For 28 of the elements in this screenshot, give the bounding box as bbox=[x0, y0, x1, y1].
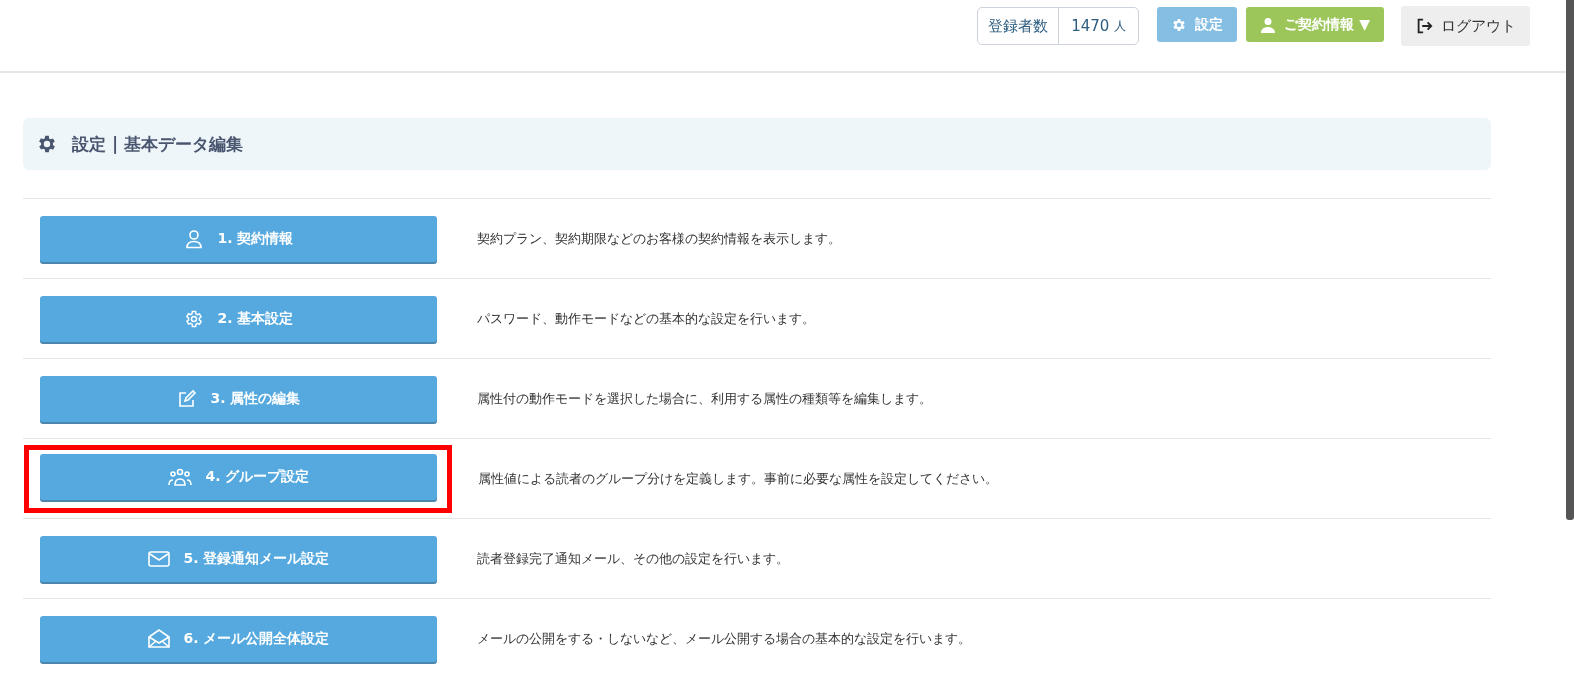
item-description: パスワード、動作モードなどの基本的な設定を行います。 bbox=[477, 309, 815, 328]
group-icon bbox=[167, 466, 192, 487]
logout-icon bbox=[1415, 17, 1433, 35]
menu-button[interactable]: 2. 基本設定 bbox=[40, 295, 437, 342]
settings-button[interactable]: 設定 bbox=[1157, 7, 1238, 42]
scrollbar[interactable] bbox=[1566, 0, 1574, 520]
settings-icon bbox=[36, 133, 58, 155]
mail-icon bbox=[147, 549, 170, 568]
page-title: 設定 | 基本データ編集 bbox=[72, 132, 244, 156]
user-icon bbox=[183, 228, 204, 249]
contract-info-button[interactable]: ご契約情報 ▼ bbox=[1246, 7, 1384, 42]
registrant-label: 登録者数 bbox=[978, 8, 1060, 44]
menu-button[interactable]: 1. 契約情報 bbox=[40, 215, 437, 262]
registrant-number: 1470 人 bbox=[1070, 16, 1128, 37]
item-description: 契約プラン、契約期限などのお客様の契約情報を表示します。 bbox=[477, 229, 841, 248]
menu-button[interactable]: 4. グループ設定 bbox=[40, 453, 437, 500]
item-description: 属性付の動作モードを選択した場合に、利用する属性の種類等を編集します。 bbox=[477, 389, 932, 408]
menu-button[interactable]: 6. メール公開全体設定 bbox=[40, 615, 437, 662]
item-description: 読者登録完了通知メール、その他の設定を行います。 bbox=[477, 549, 789, 568]
logout-button[interactable]: ログアウト bbox=[1401, 6, 1530, 46]
open-envelope-icon bbox=[147, 628, 170, 649]
edit-icon bbox=[176, 388, 197, 409]
user-icon bbox=[1260, 16, 1277, 33]
settings-icon bbox=[183, 308, 204, 329]
menu-button[interactable]: 3. 属性の編集 bbox=[40, 375, 437, 422]
menu-button[interactable]: 5. 登録通知メール設定 bbox=[40, 535, 437, 582]
item-description: メールの公開をする・しないなど、メール公開する場合の基本的な設定を行います。 bbox=[477, 629, 971, 648]
item-description: 属性値による読者のグループ分けを定義します。事前に必要な属性を設定してください。 bbox=[478, 469, 998, 488]
